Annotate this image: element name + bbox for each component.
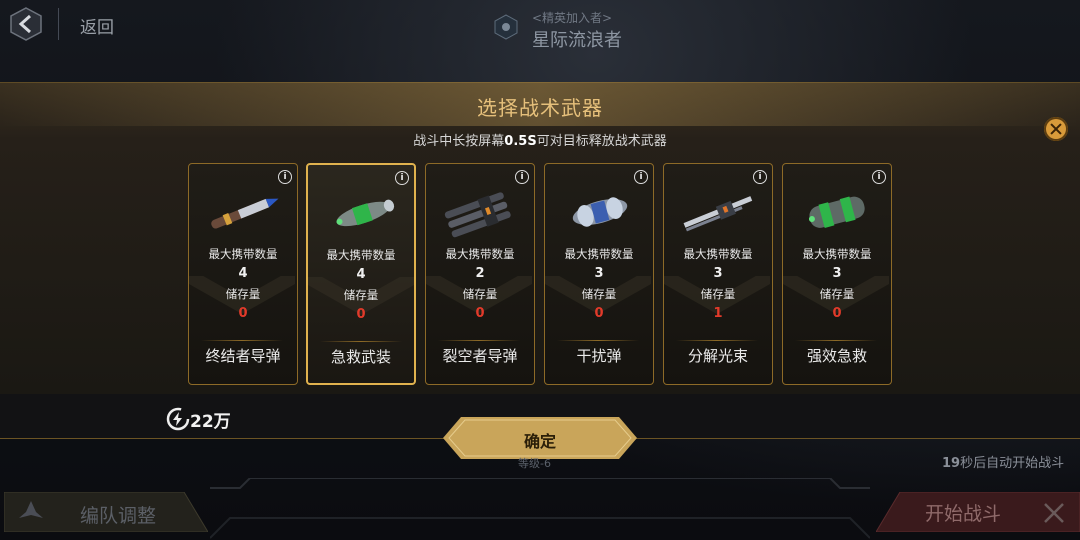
card-divider xyxy=(201,340,283,341)
beam-cannon-icon xyxy=(683,196,753,232)
stock-value: 0 xyxy=(356,307,366,322)
card-divider xyxy=(320,341,402,342)
max-capacity-label: 最大携带数量 xyxy=(208,247,278,261)
info-icon[interactable]: i xyxy=(515,170,529,184)
weapon-card-jammer[interactable]: i 最大携带数量 3 储存量 0 干扰弹 xyxy=(544,163,654,385)
info-icon[interactable]: i xyxy=(634,170,648,184)
weapon-card-disintegration-beam[interactable]: i 最大携带数量 3 储存量 1 分解光束 xyxy=(663,163,773,385)
info-icon[interactable]: i xyxy=(753,170,767,184)
faction-emblem-icon xyxy=(494,14,518,40)
stock-value: 0 xyxy=(594,306,604,321)
info-icon[interactable]: i xyxy=(278,170,292,184)
medkit-canister-icon xyxy=(336,199,395,227)
weapon-card-terminator-missile[interactable]: i 最大携带数量 4 储存量 0 终结者导弹 xyxy=(188,163,298,385)
stock-value: 0 xyxy=(238,306,248,321)
header-divider xyxy=(58,8,59,40)
timer-count: 19 xyxy=(942,456,961,471)
modal-hint: 战斗中长按屏幕0.5S可对目标释放战术武器 xyxy=(0,130,1080,149)
formation-label[interactable]: 编队调整 xyxy=(80,501,156,528)
stock-label: 储存量 xyxy=(225,287,261,301)
ship-icon xyxy=(19,501,43,518)
back-label[interactable]: 返回 xyxy=(80,13,114,38)
auto-start-timer: 19秒后自动开始战斗 xyxy=(942,452,1064,471)
max-capacity-label: 最大携带数量 xyxy=(445,247,515,261)
level-label: 等级-6 xyxy=(518,457,551,470)
max-capacity-value: 2 xyxy=(475,266,485,281)
weapon-card-first-aid[interactable]: i 最大携带数量 4 储存量 0 急救武装 xyxy=(306,163,416,385)
max-capacity-label: 最大携带数量 xyxy=(802,247,872,261)
modal-title: 选择战术武器 xyxy=(477,96,603,120)
weapon-name: 强效急救 xyxy=(806,347,867,365)
hint-prefix: 战斗中长按屏幕 xyxy=(413,134,505,149)
stock-value: 0 xyxy=(475,306,485,321)
power-value: 22万 xyxy=(190,412,231,432)
crossed-swords-icon xyxy=(1044,503,1064,523)
weapon-name: 干扰弹 xyxy=(576,347,622,365)
card-divider xyxy=(557,340,639,341)
timer-text: 秒后自动开始战斗 xyxy=(960,456,1065,471)
stock-label: 储存量 xyxy=(700,287,736,301)
weapon-name: 终结者导弹 xyxy=(205,347,281,365)
stock-value: 0 xyxy=(832,306,842,321)
max-capacity-label: 最大携带数量 xyxy=(564,247,634,261)
player-title: 星际流浪者 xyxy=(532,30,622,51)
missile-icon xyxy=(211,198,279,229)
stock-label: 储存量 xyxy=(343,288,379,302)
max-capacity-value: 3 xyxy=(713,266,723,281)
info-icon[interactable]: i xyxy=(395,171,409,185)
close-icon[interactable] xyxy=(1044,117,1068,141)
info-icon[interactable]: i xyxy=(872,170,886,184)
max-capacity-value: 4 xyxy=(356,267,366,282)
max-capacity-label: 最大携带数量 xyxy=(326,248,396,262)
weapon-card-list: i 最大携带数量 4 储存量 0 终结者导弹 i 最大携带数量 4 储存量 0 … xyxy=(188,163,894,387)
stock-label: 储存量 xyxy=(581,287,617,301)
card-divider xyxy=(676,340,758,341)
hint-value: 0.5S xyxy=(504,134,537,149)
jammer-icon xyxy=(572,197,628,227)
max-capacity-value: 4 xyxy=(238,266,248,281)
weapon-card-rift-missile[interactable]: i 最大携带数量 2 储存量 0 裂空者导弹 xyxy=(425,163,535,385)
confirm-label[interactable]: 确定 xyxy=(443,428,637,452)
heal-canister-icon xyxy=(808,196,865,228)
bottom-frame-decor xyxy=(210,478,870,539)
weapon-name: 裂空者导弹 xyxy=(442,347,518,365)
card-divider xyxy=(438,340,520,341)
player-subtitle: <精英加入者> xyxy=(532,11,613,25)
weapon-card-strong-first-aid[interactable]: i 最大携带数量 3 储存量 0 强效急救 xyxy=(782,163,892,385)
back-arrow-icon[interactable] xyxy=(8,6,44,42)
stock-label: 储存量 xyxy=(819,287,855,301)
start-battle-label[interactable]: 开始战斗 xyxy=(925,499,1001,526)
max-capacity-label: 最大携带数量 xyxy=(683,247,753,261)
max-capacity-value: 3 xyxy=(832,266,842,281)
multi-missile-icon xyxy=(444,192,511,238)
stock-value: 1 xyxy=(713,306,723,321)
hint-suffix: 可对目标释放战术武器 xyxy=(536,134,667,149)
card-divider xyxy=(795,340,877,341)
max-capacity-value: 3 xyxy=(594,266,604,281)
weapon-name: 分解光束 xyxy=(687,347,748,365)
stock-label: 储存量 xyxy=(462,287,498,301)
power-icon xyxy=(166,407,190,431)
weapon-name: 急救武装 xyxy=(330,348,391,366)
